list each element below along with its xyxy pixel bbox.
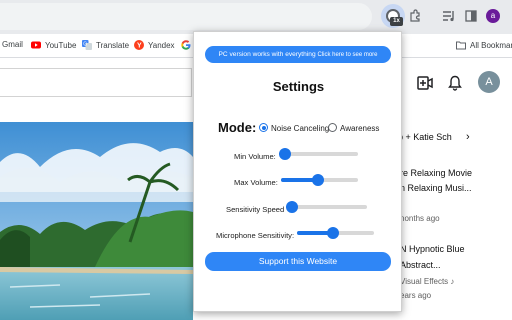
bookmark-translate[interactable]: G Translate <box>82 40 129 50</box>
max-volume-slider[interactable] <box>281 174 358 186</box>
translate-icon: G <box>82 40 92 50</box>
bookmark-label: Gmail <box>2 40 23 49</box>
slider-thumb[interactable] <box>327 227 340 239</box>
awareness-label: Awareness <box>340 124 380 133</box>
bookmark-youtube[interactable]: YouTube <box>31 40 76 50</box>
pc-version-promo-button[interactable]: PC version works with everything Click h… <box>205 46 391 63</box>
all-bookmarks[interactable]: All Bookmark <box>456 40 512 50</box>
slider-thumb[interactable] <box>278 148 291 160</box>
video-thumbnail[interactable] <box>0 122 193 320</box>
max-volume-label: Max Volume: <box>234 178 278 187</box>
settings-title: Settings <box>272 79 325 94</box>
microphone-sensitivity-slider[interactable] <box>297 227 374 239</box>
bookmark-gmail[interactable]: Gmail <box>2 40 23 49</box>
chevron-right-icon[interactable]: › <box>466 131 470 143</box>
media-control-icon[interactable] <box>439 6 459 26</box>
awareness-radio[interactable] <box>328 123 337 132</box>
extension-badge: 1x <box>390 17 403 26</box>
svg-text:G: G <box>83 42 87 48</box>
browser-toolbar: 1x a <box>0 0 512 34</box>
side-panel-icon[interactable] <box>461 6 481 26</box>
folder-icon <box>456 41 466 50</box>
slider-thumb[interactable] <box>286 201 299 213</box>
rec-title-line[interactable]: n Relaxing Musi... <box>400 183 472 193</box>
promo-main-text: PC version works with everything <box>218 51 316 58</box>
rec-title-line[interactable]: Abstract... <box>400 260 441 270</box>
bookmark-label: Translate <box>96 40 130 50</box>
notifications-bell-icon[interactable] <box>446 74 464 92</box>
recommendations-column: b + Katie Sch › re Relaxing Movie n Rela… <box>392 120 512 320</box>
rec-meta: Visual Effects ♪ <box>400 277 455 286</box>
microphone-sensitivity-label: Microphone Sensitivity: <box>216 231 295 240</box>
google-icon <box>181 40 191 50</box>
yandex-icon: Y <box>134 40 144 50</box>
search-input[interactable] <box>0 68 192 97</box>
address-bar[interactable] <box>0 3 372 30</box>
create-video-icon[interactable] <box>416 74 434 92</box>
mode-label: Mode: <box>218 120 257 135</box>
support-website-button[interactable]: Support this Website <box>205 252 391 271</box>
bookmark-label: Yandex <box>148 40 175 50</box>
svg-text:Y: Y <box>137 43 142 50</box>
sensitivity-speed-label: Sensitivity Speed <box>226 205 285 214</box>
bookmark-label: YouTube <box>45 40 77 50</box>
promo-small-text: Click here to see more <box>317 52 378 58</box>
rec-title-line[interactable]: N Hypnotic Blue <box>400 244 465 254</box>
filter-chip[interactable]: b + Katie Sch <box>398 132 452 142</box>
bookmark-google[interactable] <box>181 40 191 50</box>
rec-meta: nonths ago <box>400 214 440 223</box>
rec-title-line[interactable]: re Relaxing Movie <box>400 168 472 178</box>
extensions-puzzle-icon[interactable] <box>405 6 425 26</box>
all-bookmarks-label: All Bookmark <box>470 40 512 50</box>
youtube-icon <box>31 41 41 49</box>
bookmark-yandex[interactable]: Y Yandex <box>134 40 175 50</box>
slider-thumb[interactable] <box>311 174 324 186</box>
noise-canceling-label: Noise Canceling <box>271 124 330 133</box>
noise-canceling-radio[interactable] <box>259 123 268 132</box>
profile-avatar[interactable]: a <box>486 9 500 23</box>
tropical-beach-image <box>0 122 193 320</box>
rec-meta: ears ago <box>400 291 432 300</box>
sensitivity-speed-slider[interactable] <box>286 201 367 213</box>
min-volume-label: Min Volume: <box>234 152 276 161</box>
user-avatar[interactable]: A <box>478 71 500 93</box>
extension-popup: PC version works with everything Click h… <box>193 31 402 312</box>
min-volume-slider[interactable] <box>278 148 358 160</box>
